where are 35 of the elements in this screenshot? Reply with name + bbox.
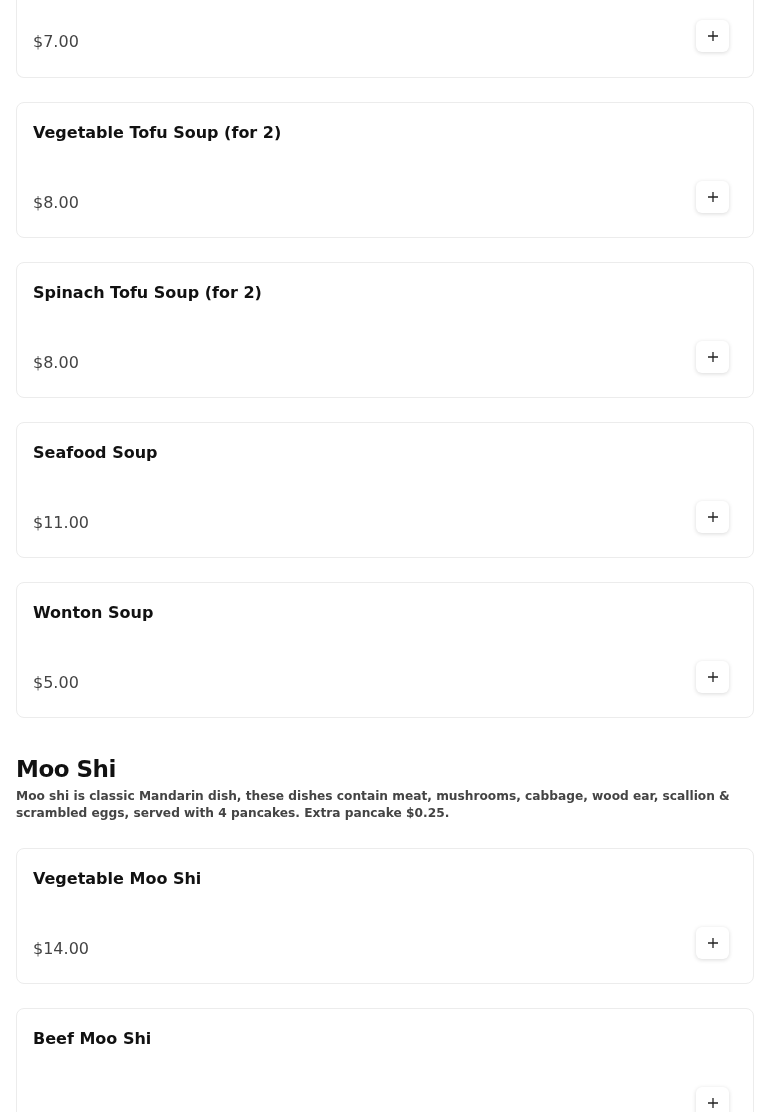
item-name: Wonton Soup bbox=[33, 603, 154, 622]
menu-item-card[interactable]: Seafood Soup $11.00 bbox=[16, 422, 754, 558]
plus-icon bbox=[707, 1098, 718, 1108]
item-price: $7.00 bbox=[33, 32, 79, 51]
section-heading: Moo Shi bbox=[16, 756, 117, 782]
item-name: Seafood Soup bbox=[33, 443, 158, 462]
item-price: $8.00 bbox=[33, 193, 79, 212]
item-name: Vegetable Moo Shi bbox=[33, 869, 202, 888]
add-button[interactable] bbox=[696, 181, 729, 213]
plus-icon bbox=[707, 31, 718, 41]
menu-item-card[interactable]: Beef Moo Shi bbox=[16, 1008, 754, 1112]
add-button[interactable] bbox=[696, 20, 729, 52]
add-button[interactable] bbox=[696, 661, 729, 693]
menu-item-card[interactable]: $7.00 bbox=[16, 0, 754, 78]
menu-item-card[interactable]: Vegetable Moo Shi $14.00 bbox=[16, 848, 754, 984]
menu-item-card[interactable]: Vegetable Tofu Soup (for 2) $8.00 bbox=[16, 102, 754, 238]
add-button[interactable] bbox=[696, 341, 729, 373]
section-description: Moo shi is classic Mandarin dish, these dishes contain meat, mushrooms, cabbage, wood ear, scallion & scrambled eggs, served with 4 pancakes. Extra pancake $0.25. bbox=[16, 788, 731, 822]
item-price: $14.00 bbox=[33, 939, 89, 958]
item-name: Spinach Tofu Soup (for 2) bbox=[33, 283, 262, 302]
plus-icon bbox=[707, 672, 718, 682]
item-price: $11.00 bbox=[33, 513, 89, 532]
item-name: Vegetable Tofu Soup (for 2) bbox=[33, 123, 282, 142]
plus-icon bbox=[707, 352, 718, 362]
item-name: Beef Moo Shi bbox=[33, 1029, 152, 1048]
item-price: $8.00 bbox=[33, 353, 79, 372]
add-button[interactable] bbox=[696, 501, 729, 533]
add-button[interactable] bbox=[696, 927, 729, 959]
menu-item-card[interactable]: Spinach Tofu Soup (for 2) $8.00 bbox=[16, 262, 754, 398]
plus-icon bbox=[707, 938, 718, 948]
plus-icon bbox=[707, 192, 718, 202]
add-button[interactable] bbox=[696, 1087, 729, 1112]
item-price: $5.00 bbox=[33, 673, 79, 692]
menu-item-card[interactable]: Wonton Soup $5.00 bbox=[16, 582, 754, 718]
plus-icon bbox=[707, 512, 718, 522]
